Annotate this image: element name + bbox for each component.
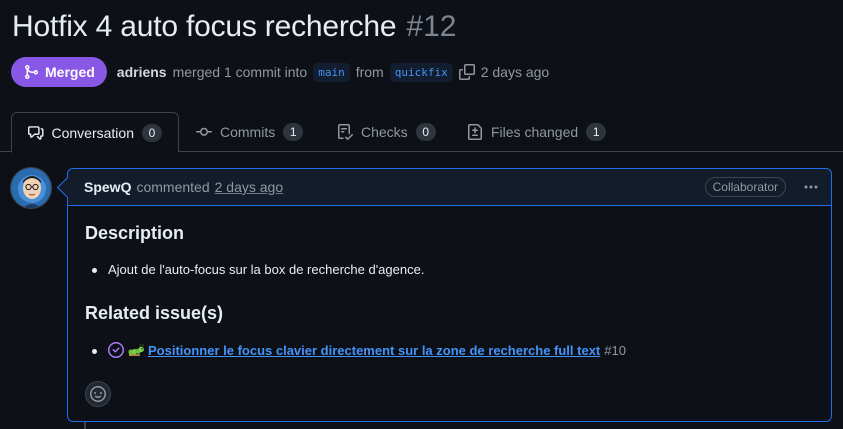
caterpillar-icon (128, 343, 144, 357)
issue-number[interactable]: #10 (604, 343, 626, 358)
tab-commits-count: 1 (283, 123, 304, 141)
comment-body: Description Ajout de l'auto-focus sur la… (68, 206, 831, 374)
kebab-menu-icon[interactable] (801, 179, 821, 195)
copy-icon[interactable] (458, 64, 475, 80)
issue-closed-icon (108, 342, 124, 358)
from-text: from (355, 64, 384, 80)
avatar[interactable] (10, 167, 52, 209)
merge-text: merged 1 commit into (172, 64, 308, 80)
comment-discussion-icon (28, 125, 44, 140)
merged-badge: Merged (11, 57, 107, 87)
role-badge: Collaborator (704, 177, 786, 197)
merge-time: 2 days ago (480, 64, 550, 80)
tab-checks[interactable]: Checks 0 (321, 112, 452, 152)
tab-files-changed-label: Files changed (491, 124, 579, 140)
tab-conversation-label: Conversation (51, 124, 135, 141)
add-reaction-button[interactable] (85, 381, 111, 407)
tab-commits-label: Commits (220, 124, 276, 140)
tab-files-changed[interactable]: Files changed 1 (451, 112, 622, 152)
pr-meta: Merged adriens merged 1 commit into main… (11, 57, 549, 87)
description-heading: Description (85, 223, 185, 243)
merged-label: Merged (45, 64, 95, 80)
merge-author-link[interactable]: adriens (117, 64, 167, 80)
pr-number: #12 (406, 10, 457, 43)
pr-title: Hotfix 4 auto focus recherche (12, 10, 397, 43)
smiley-icon (90, 386, 106, 402)
list-item: Ajout de l'auto-focus sur la box de rech… (85, 262, 814, 277)
issue-link[interactable]: Positionner le focus clavier directement… (148, 343, 600, 358)
comment-header: SpewQ commented 2 days ago Collaborator (68, 169, 831, 206)
head-branch-link[interactable]: quickfix (389, 62, 453, 82)
list-item: Positionner le focus clavier directement… (85, 342, 814, 358)
related-issues-list: Positionner le focus clavier directement… (85, 342, 814, 358)
comment-author-link[interactable]: SpewQ (84, 179, 131, 195)
tab-checks-label: Checks (361, 124, 408, 140)
file-diff-icon (468, 124, 482, 140)
tab-conversation-count: 0 (142, 123, 162, 142)
pr-tabs: Conversation 0 Commits 1 Checks 0 Files … (0, 112, 843, 153)
comment-time-link[interactable]: 2 days ago (215, 179, 284, 195)
git-merge-icon (25, 65, 39, 79)
comment-action: commented (136, 179, 210, 195)
tab-conversation[interactable]: Conversation 0 (11, 112, 179, 153)
base-branch-link[interactable]: main (313, 62, 350, 82)
tab-commits[interactable]: Commits 1 (180, 112, 319, 152)
description-list: Ajout de l'auto-focus sur la box de rech… (85, 262, 814, 277)
related-issues-heading: Related issue(s) (85, 303, 224, 323)
tab-checks-count: 0 (415, 123, 436, 141)
pr-title-row: Hotfix 4 auto focus recherche #12 (12, 10, 456, 44)
checklist-icon (338, 124, 353, 140)
tab-files-changed-count: 1 (586, 123, 607, 141)
comment-card: SpewQ commented 2 days ago Collaborator … (67, 168, 832, 422)
git-commit-icon (196, 127, 212, 136)
